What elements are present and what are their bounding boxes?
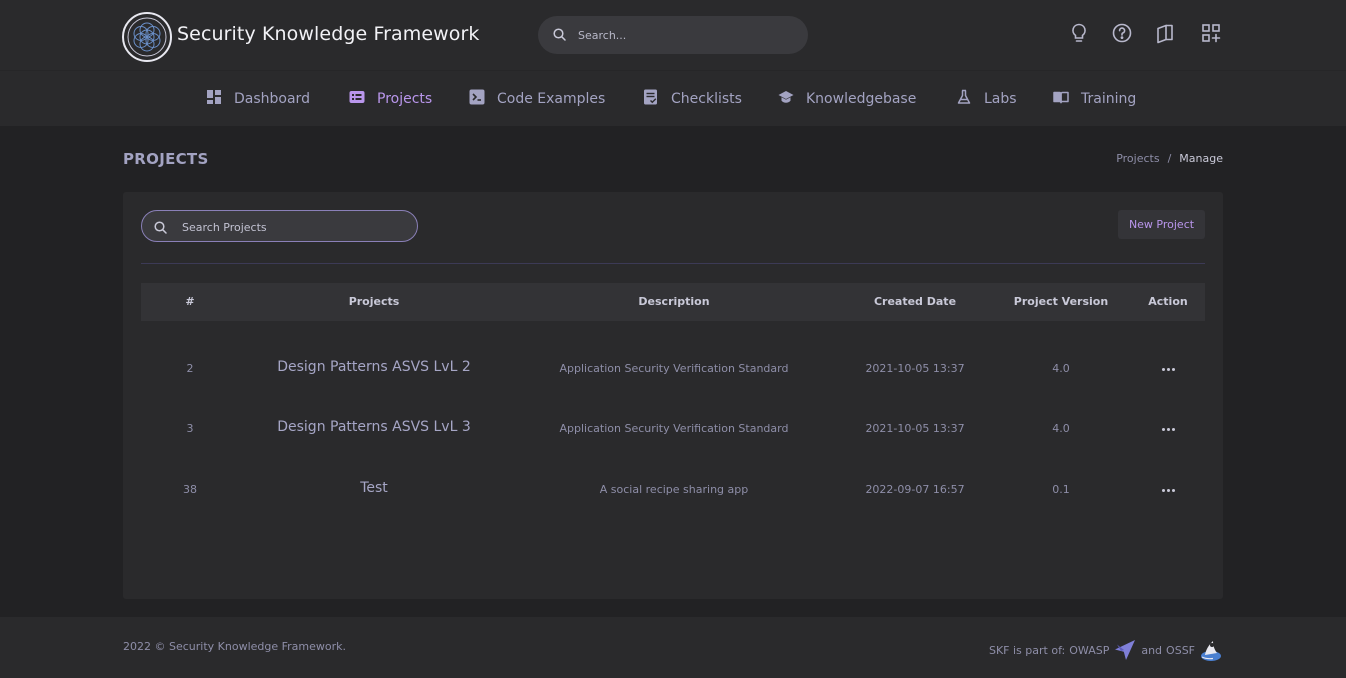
nav-item-labs[interactable]: Labs bbox=[956, 71, 1017, 127]
code-icon bbox=[469, 89, 485, 105]
breadcrumb-current: Manage bbox=[1179, 152, 1223, 165]
and-label: and bbox=[1141, 643, 1163, 657]
nav-item-checklists[interactable]: Checklists bbox=[643, 71, 742, 127]
divider bbox=[141, 263, 1205, 264]
table-row: 3 Design Patterns ASVS LvL 3 Application… bbox=[141, 399, 1205, 459]
project-id: 2 bbox=[186, 362, 194, 375]
nav-label: Training bbox=[1081, 91, 1137, 107]
project-name-link[interactable]: Design Patterns ASVS LvL 3 bbox=[239, 399, 509, 459]
project-description: Application Security Verification Standa… bbox=[559, 362, 789, 375]
help-icon[interactable] bbox=[1111, 22, 1135, 46]
owasp-logo-icon[interactable] bbox=[1113, 638, 1137, 662]
knowledgebase-icon bbox=[778, 91, 794, 103]
project-description: Application Security Verification Standa… bbox=[559, 422, 789, 435]
nav-item-training[interactable]: Training bbox=[1053, 71, 1136, 127]
table-row: 38 Test A social recipe sharing app 2022… bbox=[141, 460, 1205, 520]
book-icon[interactable] bbox=[1154, 22, 1178, 46]
column-header-action: Action bbox=[1148, 295, 1188, 308]
more-actions-button[interactable] bbox=[1131, 339, 1205, 399]
nav-item-projects[interactable]: Projects bbox=[349, 71, 432, 127]
column-header-projects[interactable]: Projects bbox=[239, 283, 509, 321]
more-horizontal-icon bbox=[1161, 488, 1175, 492]
breadcrumb-projects-link[interactable]: Projects bbox=[1116, 152, 1159, 165]
skf-logo[interactable] bbox=[122, 12, 172, 62]
breadcrumb-separator: / bbox=[1167, 152, 1172, 165]
project-search-input[interactable] bbox=[182, 217, 407, 237]
more-actions-button[interactable] bbox=[1131, 460, 1205, 520]
top-header: Security Knowledge Framework bbox=[0, 0, 1346, 70]
projects-card: New Project # Projects Description Creat… bbox=[123, 192, 1223, 599]
project-description: A social recipe sharing app bbox=[599, 483, 749, 496]
nav-label: Dashboard bbox=[234, 91, 310, 107]
global-search-input[interactable] bbox=[578, 25, 788, 45]
training-icon bbox=[1053, 91, 1069, 104]
ossf-logo-icon[interactable] bbox=[1199, 637, 1223, 663]
table-row: 2 Design Patterns ASVS LvL 2 Application… bbox=[141, 339, 1205, 399]
lightbulb-icon[interactable] bbox=[1068, 22, 1092, 46]
copyright-text: 2022 © Security Knowledge Framework. bbox=[123, 640, 347, 653]
brand-title[interactable]: Security Knowledge Framework bbox=[177, 23, 480, 45]
global-search[interactable] bbox=[538, 16, 808, 54]
table-header: # Projects Description Created Date Proj… bbox=[141, 283, 1205, 321]
project-name-link[interactable]: Design Patterns ASVS LvL 2 bbox=[239, 339, 509, 399]
owasp-link[interactable]: OWASP bbox=[1069, 644, 1109, 657]
column-header-id[interactable]: # bbox=[141, 283, 239, 321]
more-actions-button[interactable] bbox=[1131, 399, 1205, 459]
nav-item-code-examples[interactable]: Code Examples bbox=[469, 71, 605, 127]
page-title: PROJECTS bbox=[123, 150, 209, 168]
new-project-button[interactable]: New Project bbox=[1118, 210, 1205, 239]
projects-icon bbox=[349, 91, 365, 103]
column-header-project-version[interactable]: Project Version bbox=[991, 283, 1131, 321]
nav-item-knowledgebase[interactable]: Knowledgebase bbox=[778, 71, 916, 127]
affiliation: SKF is part of: OWASP and OSSF bbox=[989, 637, 1223, 663]
project-id: 3 bbox=[186, 422, 194, 435]
apps-icon[interactable] bbox=[1200, 22, 1224, 46]
project-created-date: 2021-10-05 13:37 bbox=[865, 422, 965, 435]
nav-label: Labs bbox=[984, 91, 1017, 107]
project-version: 4.0 bbox=[1052, 362, 1070, 375]
search-icon bbox=[154, 221, 167, 234]
nav-label: Knowledgebase bbox=[806, 91, 917, 107]
column-header-description[interactable]: Description bbox=[509, 283, 839, 321]
project-created-date: 2021-10-05 13:37 bbox=[865, 362, 965, 375]
breadcrumb: Projects / Manage bbox=[1116, 152, 1223, 165]
footer: 2022 © Security Knowledge Framework. SKF… bbox=[0, 617, 1346, 678]
flask-icon bbox=[957, 89, 971, 104]
project-created-date: 2022-09-07 16:57 bbox=[865, 483, 965, 496]
part-of-label: SKF is part of: bbox=[988, 643, 1066, 657]
project-id: 38 bbox=[183, 483, 197, 496]
main-nav: Dashboard Projects Code Examples Checkli… bbox=[0, 70, 1346, 126]
project-version: 0.1 bbox=[1052, 483, 1070, 496]
column-header-created-date[interactable]: Created Date bbox=[839, 283, 991, 321]
more-horizontal-icon bbox=[1161, 367, 1175, 371]
search-icon bbox=[553, 28, 566, 41]
ossf-link[interactable]: OSSF bbox=[1166, 644, 1195, 657]
project-search[interactable] bbox=[141, 210, 418, 242]
nav-label: Checklists bbox=[671, 91, 742, 107]
project-version: 4.0 bbox=[1052, 422, 1070, 435]
more-horizontal-icon bbox=[1161, 427, 1175, 431]
dashboard-icon bbox=[207, 90, 221, 104]
project-name-link[interactable]: Test bbox=[239, 460, 509, 520]
nav-label: Code Examples bbox=[497, 91, 606, 107]
nav-item-dashboard[interactable]: Dashboard bbox=[206, 71, 310, 127]
nav-label: Projects bbox=[377, 91, 433, 107]
checklist-icon bbox=[644, 89, 657, 105]
